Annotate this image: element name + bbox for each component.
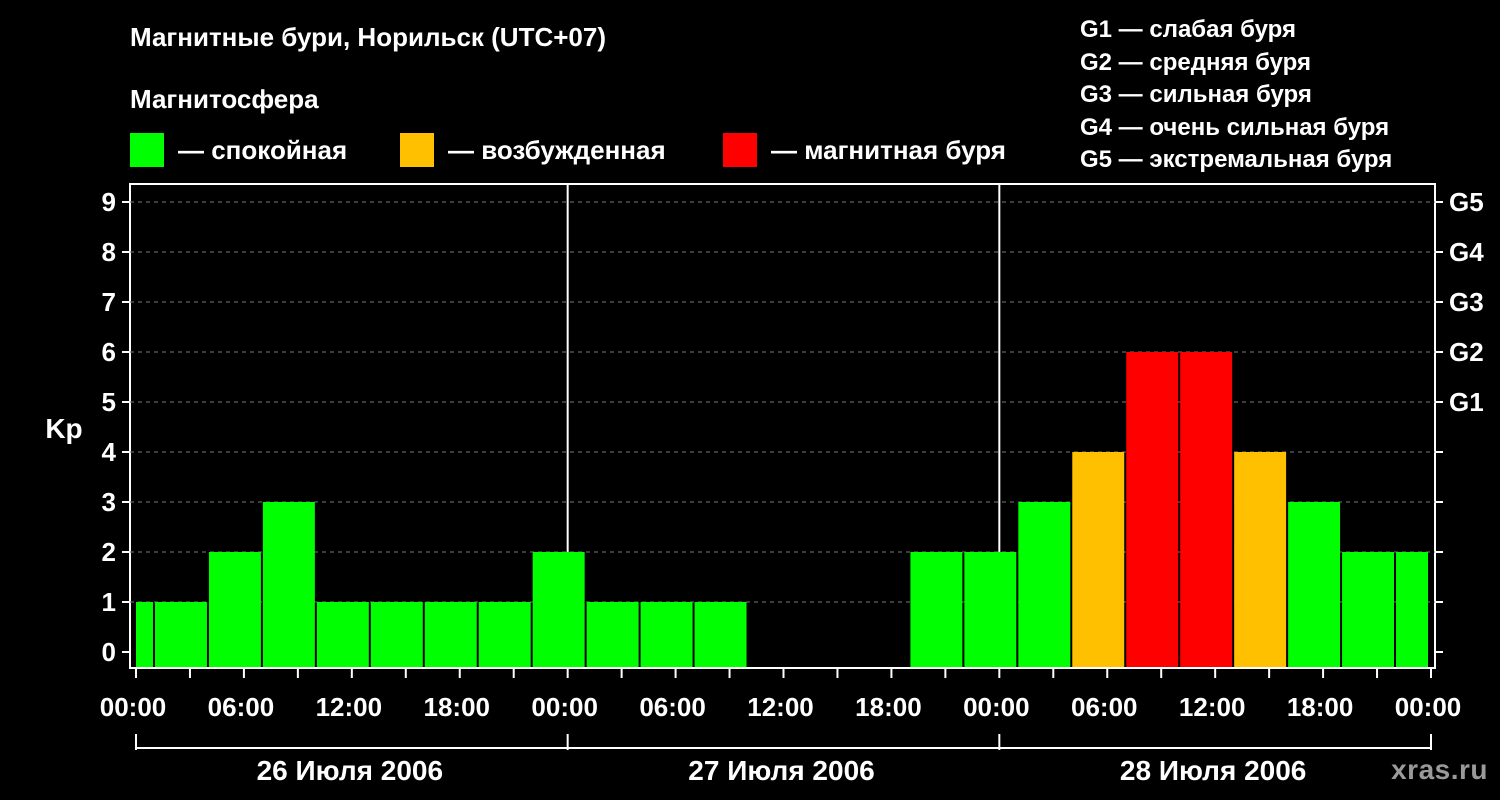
x-tick-label: 00:00 <box>1395 692 1462 722</box>
y-tick-label: 2 <box>102 537 116 567</box>
kp-bar-23 <box>1342 552 1395 667</box>
y-tick-label: 5 <box>102 387 116 417</box>
y-tick-label: 9 <box>102 187 116 217</box>
y-axis-label: Kp <box>45 413 82 444</box>
x-tick-label: 06:00 <box>208 692 275 722</box>
x-tick-label: 18:00 <box>424 692 491 722</box>
kp-bar-5 <box>370 602 423 667</box>
x-tick-label: 00:00 <box>963 692 1030 722</box>
g-level-label: G2 <box>1449 337 1484 367</box>
x-tick-label: 00:00 <box>100 692 167 722</box>
x-tick-label: 06:00 <box>1071 692 1138 722</box>
kp-bar-4 <box>316 602 369 667</box>
kp-bar-11 <box>694 602 747 667</box>
kp-bar-1 <box>154 602 207 667</box>
g-level-label: G3 <box>1449 287 1484 317</box>
y-tick-label: 7 <box>102 287 116 317</box>
y-tick-label: 6 <box>102 337 116 367</box>
kp-bar-20 <box>1180 352 1233 667</box>
kp-bar-6 <box>424 602 477 667</box>
kp-bar-19 <box>1126 352 1179 667</box>
y-tick-label: 3 <box>102 487 116 517</box>
y-tick-label: 0 <box>102 637 116 667</box>
kp-bar-22 <box>1288 502 1341 667</box>
kp-bar-2 <box>208 552 261 667</box>
g-level-label: G1 <box>1449 387 1484 417</box>
x-tick-label: 18:00 <box>855 692 922 722</box>
x-tick-label: 12:00 <box>1179 692 1246 722</box>
watermark: xras.ru <box>1391 754 1488 785</box>
y-tick-label: 1 <box>102 587 116 617</box>
x-tick-label: 12:00 <box>747 692 814 722</box>
kp-bar-0 <box>136 602 153 667</box>
day-label: 26 Июля 2006 <box>257 755 443 786</box>
kp-bar-17 <box>1018 502 1071 667</box>
kp-bar-15 <box>910 552 963 667</box>
x-tick-label: 00:00 <box>531 692 598 722</box>
x-tick-label: 12:00 <box>316 692 383 722</box>
kp-bar-16 <box>964 552 1017 667</box>
kp-bar-9 <box>586 602 639 667</box>
g-level-label: G4 <box>1449 237 1484 267</box>
kp-bar-10 <box>640 602 693 667</box>
kp-bar-3 <box>262 502 315 667</box>
kp-bar-18 <box>1072 452 1125 667</box>
kp-bar-chart: 0 1 2 3 4 5 6 7 8 9 G1 G2 G3 G4 G5 Kp 00:00 06:00 12:00 18:… <box>45 183 1484 786</box>
x-tick-label: 06:00 <box>639 692 706 722</box>
g-level-label: G5 <box>1449 187 1484 217</box>
kp-bar-7 <box>478 602 531 667</box>
day-label: 28 Июля 2006 <box>1120 755 1306 786</box>
kp-bar-24 <box>1396 552 1428 667</box>
kp-bar-8 <box>532 552 585 667</box>
day-label: 27 Июля 2006 <box>688 755 874 786</box>
kp-bar-21 <box>1234 452 1287 667</box>
y-tick-label: 4 <box>102 437 117 467</box>
x-tick-label: 18:00 <box>1287 692 1354 722</box>
y-tick-label: 8 <box>102 237 116 267</box>
